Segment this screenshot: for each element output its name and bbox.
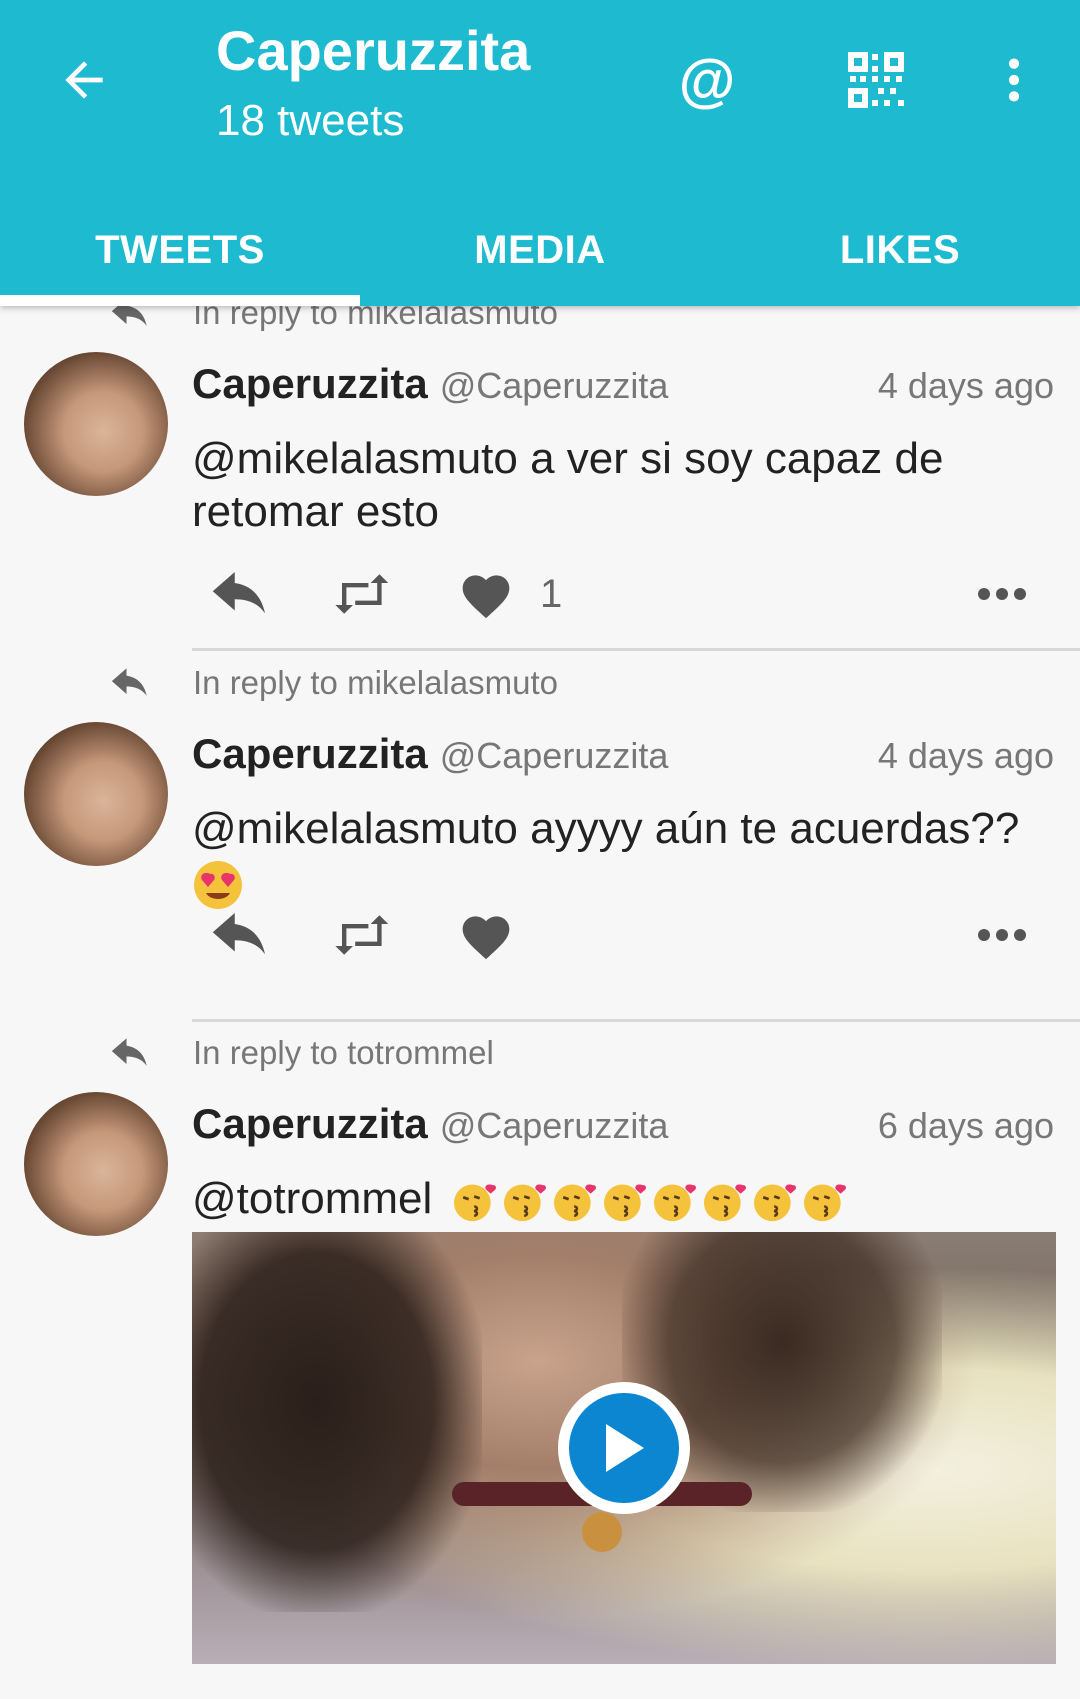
author-name[interactable]: Caperuzzita <box>192 730 428 778</box>
reply-indicator: In reply to totrommel <box>110 1034 494 1072</box>
tweet-header: Caperuzzita @Caperuzzita 4 days ago <box>192 360 1054 408</box>
tweet-time: 6 days ago <box>877 1105 1054 1146</box>
author-handle[interactable]: @Caperuzzita <box>440 1105 669 1147</box>
kiss-emoji-icon <box>604 1184 647 1222</box>
reply-to-text: In reply to mikelalasmuto <box>193 664 558 701</box>
tweet-time: 4 days ago <box>877 735 1054 776</box>
reply-icon <box>212 913 265 955</box>
avatar[interactable] <box>24 1092 168 1236</box>
tweet-text: @totrommel <box>192 1174 433 1223</box>
author-handle[interactable]: @Caperuzzita <box>440 735 669 777</box>
tab-likes[interactable]: LIKES <box>720 195 1080 306</box>
reply-to-text: In reply to mikelalasmuto <box>193 306 558 331</box>
tweet-header: Caperuzzita @Caperuzzita 4 days ago <box>192 730 1054 778</box>
kiss-emoji-icon <box>704 1184 747 1222</box>
like-count: 1 <box>540 571 563 616</box>
play-button[interactable] <box>558 1382 690 1514</box>
tweet-text-block: @totrommel <box>192 1172 1052 1225</box>
author-name[interactable]: Caperuzzita <box>192 1100 428 1148</box>
tweet-more-button[interactable] <box>976 559 1028 629</box>
overflow-menu-button[interactable] <box>974 40 1054 120</box>
page-title: Caperuzzita <box>216 19 531 82</box>
retweet-button[interactable] <box>330 559 398 629</box>
kiss-emoji-icon <box>504 1184 547 1222</box>
reply-indicator: In reply to mikelalasmuto <box>110 664 558 702</box>
tweet-text: @mikelalasmuto ayyyy aún te acuerdas?? <box>192 804 1020 853</box>
kiss-emoji-icon <box>804 1184 847 1222</box>
reply-button[interactable] <box>210 900 276 970</box>
heart-icon <box>462 575 510 619</box>
mention-button[interactable]: @ <box>667 40 747 120</box>
author-handle[interactable]: @Caperuzzita <box>440 365 669 407</box>
tweet-time: 4 days ago <box>877 365 1054 406</box>
reply-small-icon <box>111 306 147 326</box>
kiss-emoji-icon <box>754 1184 797 1222</box>
arrow-back-icon <box>65 61 103 99</box>
tweet-actions: 1 <box>210 559 1040 629</box>
tweet-text: @mikelalasmuto a ver si soy capaz de ret… <box>192 434 944 536</box>
reply-small-icon <box>111 1038 147 1066</box>
avatar[interactable] <box>24 352 168 496</box>
reply-small-icon <box>111 668 147 696</box>
tab-media[interactable]: MEDIA <box>360 195 720 306</box>
reply-button[interactable] <box>210 559 276 629</box>
kiss-emoji-row <box>452 1179 852 1223</box>
kiss-emoji-icon <box>654 1184 697 1222</box>
more-horiz-icon <box>978 588 1026 600</box>
tweet-feed[interactable]: In reply to mikelalasmuto Caperuzzita @C… <box>0 306 1080 1699</box>
qr-code-icon <box>848 52 904 108</box>
author-name[interactable]: Caperuzzita <box>192 360 428 408</box>
app-bar: Caperuzzita 18 tweets @ TWEETS MEDIA LIK… <box>0 0 1080 306</box>
more-horiz-icon <box>978 929 1026 941</box>
play-icon <box>606 1424 644 1472</box>
tweet-count: 18 tweets <box>216 96 405 145</box>
qr-code-button[interactable] <box>836 40 916 120</box>
back-button[interactable] <box>48 44 120 116</box>
divider <box>192 1019 1080 1022</box>
reply-icon <box>212 572 265 614</box>
kiss-emoji-icon <box>454 1184 497 1222</box>
like-button[interactable] <box>458 900 514 970</box>
retweet-icon <box>335 574 389 614</box>
divider <box>192 648 1080 651</box>
tab-tweets[interactable]: TWEETS <box>0 195 360 306</box>
kiss-emoji-icon <box>554 1184 597 1222</box>
tweet-header: Caperuzzita @Caperuzzita 6 days ago <box>192 1100 1054 1148</box>
avatar[interactable] <box>24 722 168 866</box>
reply-indicator: In reply to mikelalasmuto <box>110 306 558 332</box>
tweet-more-button[interactable] <box>976 900 1028 970</box>
heart-icon <box>462 916 510 960</box>
like-button[interactable]: 1 <box>458 559 562 629</box>
tweet-actions <box>210 900 1040 970</box>
tweet-video[interactable] <box>192 1232 1056 1664</box>
retweet-icon <box>335 915 389 955</box>
profile-tabs: TWEETS MEDIA LIKES <box>0 195 1080 306</box>
reply-to-text: In reply to totrommel <box>193 1034 494 1071</box>
more-vert-icon <box>1008 58 1020 102</box>
at-icon: @ <box>678 47 736 113</box>
retweet-button[interactable] <box>330 900 398 970</box>
